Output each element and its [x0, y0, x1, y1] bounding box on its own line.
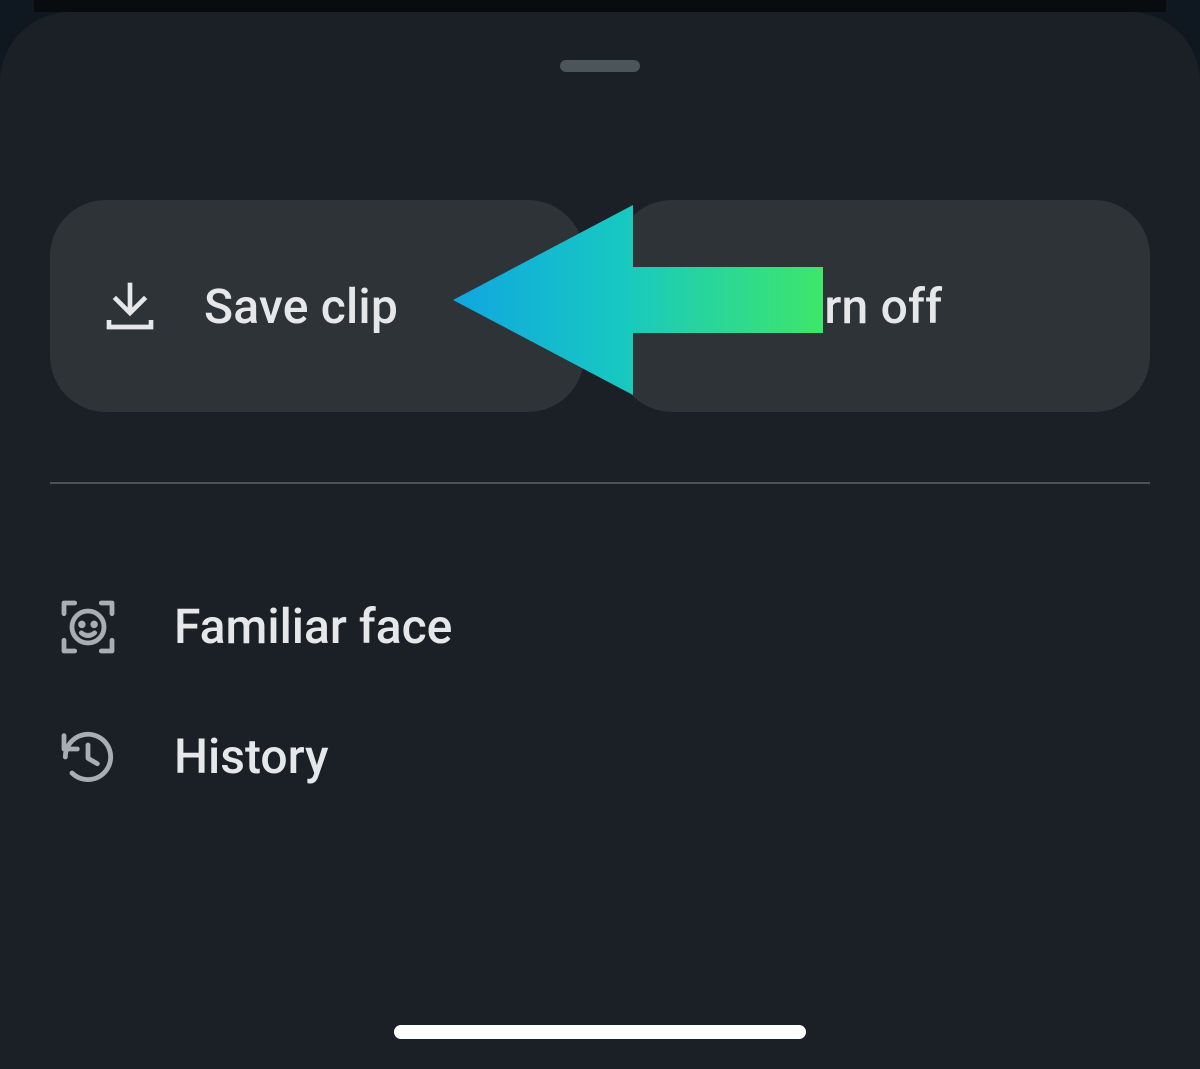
history-label: History [174, 728, 329, 785]
history-icon [56, 725, 120, 789]
download-icon [102, 278, 158, 334]
turn-off-button[interactable]: Turn off [616, 200, 1150, 412]
turn-off-label: Turn off [770, 278, 942, 335]
face-scan-icon [56, 595, 120, 659]
history-item[interactable]: History [50, 692, 1150, 822]
options-list: Familiar face History [50, 562, 1150, 822]
save-clip-label: Save clip [204, 278, 398, 335]
home-indicator[interactable] [394, 1025, 806, 1039]
drag-handle[interactable] [560, 60, 640, 72]
top-bar-backing [34, 0, 1166, 12]
action-buttons-row: Save clip Turn off [50, 200, 1150, 412]
divider [50, 482, 1150, 484]
familiar-face-item[interactable]: Familiar face [50, 562, 1150, 692]
power-icon [668, 278, 724, 334]
save-clip-button[interactable]: Save clip [50, 200, 584, 412]
bottom-sheet: Save clip Turn off [0, 12, 1200, 1069]
familiar-face-label: Familiar face [174, 598, 452, 655]
